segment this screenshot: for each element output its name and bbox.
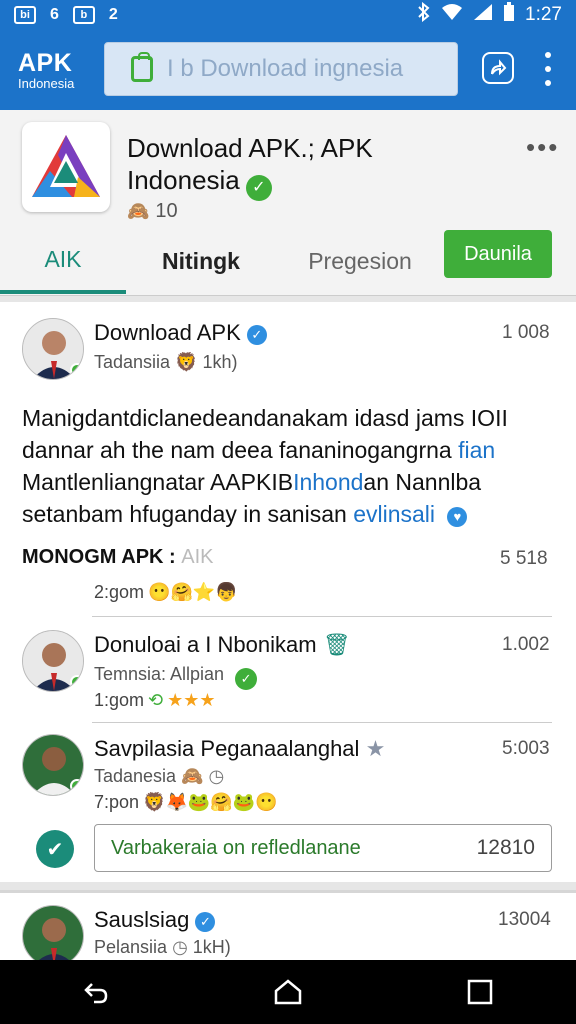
verified-badge-icon: ✓ bbox=[195, 912, 216, 932]
post-item[interactable]: Savpilasia Peganaalanghal ★ Tadanesia 🙈 … bbox=[0, 728, 576, 824]
signal-icon bbox=[473, 3, 493, 27]
post-subtitle: Tadanesia 🙈 ◷ bbox=[94, 766, 225, 786]
brand-logo[interactable]: APK Indonesia bbox=[0, 49, 100, 91]
reply-icon[interactable]: ✔ bbox=[36, 830, 74, 868]
app-header: Download APK.; APK Indonesia ✓ 🙈 10 ••• A… bbox=[0, 110, 576, 296]
post-meta: 2:gom 😶🤗⭐👦 bbox=[94, 582, 238, 602]
verified-badge-icon: ✓ bbox=[245, 175, 272, 201]
back-button[interactable] bbox=[66, 972, 126, 1012]
battery-icon bbox=[503, 2, 515, 28]
avatar[interactable] bbox=[22, 905, 84, 960]
brand-subtitle: Indonesia bbox=[18, 76, 75, 91]
post-item[interactable]: Donuloai a I Nbonikam 🗑 Temnsia: Allpian… bbox=[0, 622, 576, 722]
post-body: Manigdantdiclanedeandanakam idasd jams I… bbox=[22, 405, 508, 527]
avatar[interactable] bbox=[22, 734, 84, 796]
inline-link[interactable]: evlinsali bbox=[353, 501, 435, 527]
post-count: 5:003 bbox=[502, 738, 550, 759]
online-indicator bbox=[70, 363, 83, 377]
trash-icon: 🗑 bbox=[322, 632, 351, 657]
back-icon bbox=[84, 983, 108, 1004]
post-meta: 1:gom ⟲ ★★★ bbox=[94, 690, 216, 710]
post-subtitle: Temnsia: Allpian ✓ bbox=[94, 664, 258, 690]
recents-button[interactable] bbox=[450, 972, 510, 1012]
reaction-icons: 🦁🦊🐸🤗🐸😶 bbox=[143, 792, 278, 812]
notification-icon: 2 bbox=[108, 6, 118, 23]
post-title: Download APK ✓ bbox=[94, 320, 267, 346]
online-indicator bbox=[70, 675, 83, 689]
recents-icon bbox=[467, 979, 493, 1005]
rating-emoji-icon: 🙈 bbox=[127, 201, 150, 221]
post-title: Savpilasia Peganaalanghal ★ bbox=[94, 736, 386, 761]
inline-link[interactable]: Inhond bbox=[293, 469, 363, 495]
clock-icon: ◷ bbox=[208, 766, 225, 786]
app-logo-icon bbox=[22, 122, 110, 212]
tab-nitingk[interactable]: Nitingk bbox=[126, 228, 276, 294]
divider bbox=[92, 722, 552, 723]
star-icon: ★ bbox=[365, 736, 386, 761]
notification-icon: 6 bbox=[50, 6, 59, 23]
post-item[interactable]: Download APK ✓ Tadansiia 🦁 1kh) 1 008 Man… bbox=[0, 302, 576, 612]
emoji-icon: 🦁 bbox=[175, 352, 198, 372]
shopping-bag-icon bbox=[131, 52, 153, 82]
post-subtitle: Tadansiia 🦁 1kh) bbox=[94, 352, 238, 372]
feed: Download APK ✓ Tadansiia 🦁 1kh) 1 008 Man… bbox=[0, 302, 576, 882]
post-item[interactable]: Sauslsiag ✓ Pelansiia ◷ 1kH) 13004 bbox=[0, 893, 576, 960]
notification-icon: b bbox=[72, 6, 95, 24]
avatar[interactable] bbox=[22, 318, 84, 380]
tab-pregesion[interactable]: Pregesion bbox=[276, 228, 444, 294]
bluetooth-icon bbox=[417, 1, 431, 28]
retweet-icon: ⟲ bbox=[148, 690, 164, 710]
clock-time: 1:27 bbox=[525, 4, 562, 25]
post-count: 1 008 bbox=[502, 322, 550, 343]
app-name-line1: Download APK.; APK bbox=[127, 133, 373, 163]
more-options-icon[interactable]: ••• bbox=[526, 132, 559, 163]
reply-count: 12810 bbox=[476, 836, 535, 859]
post-meta: 7:pon 🦁🦊🐸🤗🐸😶 bbox=[94, 792, 278, 812]
heart-icon: ♥ bbox=[447, 507, 468, 527]
post-title: Donuloai a I Nbonikam 🗑 bbox=[94, 632, 351, 657]
home-icon bbox=[274, 979, 302, 1005]
divider bbox=[92, 616, 552, 617]
reply-input[interactable]: Varbakeraia on refledlanane 12810 bbox=[94, 824, 552, 872]
share-icon bbox=[491, 59, 507, 76]
post-footer-count: 5 518 bbox=[500, 548, 548, 569]
notification-icon: bi bbox=[14, 6, 36, 24]
post-subtitle: Pelansiia ◷ 1kH) bbox=[94, 937, 231, 957]
check-icon: ✓ bbox=[235, 668, 258, 690]
navigation-bar bbox=[0, 960, 576, 1024]
brand-title: APK bbox=[18, 49, 73, 77]
status-bar-right: 1:27 bbox=[417, 1, 562, 28]
app-name: Download APK.; APK Indonesia ✓ bbox=[127, 132, 427, 201]
clock-icon: ◷ bbox=[172, 937, 188, 957]
star-rating-icon: ★★★ bbox=[167, 690, 216, 710]
app-rating: 🙈 10 bbox=[127, 200, 178, 223]
status-bar: bi 6 b 2 1:27 bbox=[0, 0, 576, 30]
reply-text: Varbakeraia on refledlanane bbox=[111, 836, 361, 859]
avatar[interactable] bbox=[22, 630, 84, 692]
post-count: 13004 bbox=[498, 909, 551, 930]
share-button[interactable] bbox=[482, 52, 514, 84]
emoji-icon: 🙈 bbox=[181, 766, 204, 786]
search-input[interactable]: I b Download ingnesia bbox=[104, 42, 458, 96]
wifi-icon bbox=[441, 3, 463, 27]
verified-badge-icon: ✓ bbox=[246, 325, 267, 345]
overflow-menu-icon[interactable] bbox=[540, 52, 556, 86]
status-bar-left: bi 6 b 2 bbox=[14, 6, 118, 24]
reaction-icons: 😶🤗⭐👦 bbox=[148, 582, 238, 602]
post-footer-title: MONOGM APK : AIK bbox=[22, 546, 214, 568]
rating-value: 10 bbox=[155, 200, 178, 222]
search-text: I b Download ingnesia bbox=[167, 55, 404, 82]
inline-link[interactable]: fian bbox=[458, 437, 495, 463]
post-count: 1.002 bbox=[502, 634, 550, 655]
post-title: Sauslsiag ✓ bbox=[94, 907, 216, 933]
tab-aik[interactable]: AIK bbox=[0, 228, 126, 294]
app-bar: APK Indonesia I b Download ingnesia bbox=[0, 30, 576, 110]
app-name-line2: Indonesia bbox=[127, 165, 240, 195]
home-button[interactable] bbox=[258, 972, 318, 1012]
feed-card: Sauslsiag ✓ Pelansiia ◷ 1kH) 13004 bbox=[0, 890, 576, 960]
download-button[interactable]: Daunila bbox=[444, 230, 552, 278]
online-indicator bbox=[70, 779, 83, 793]
